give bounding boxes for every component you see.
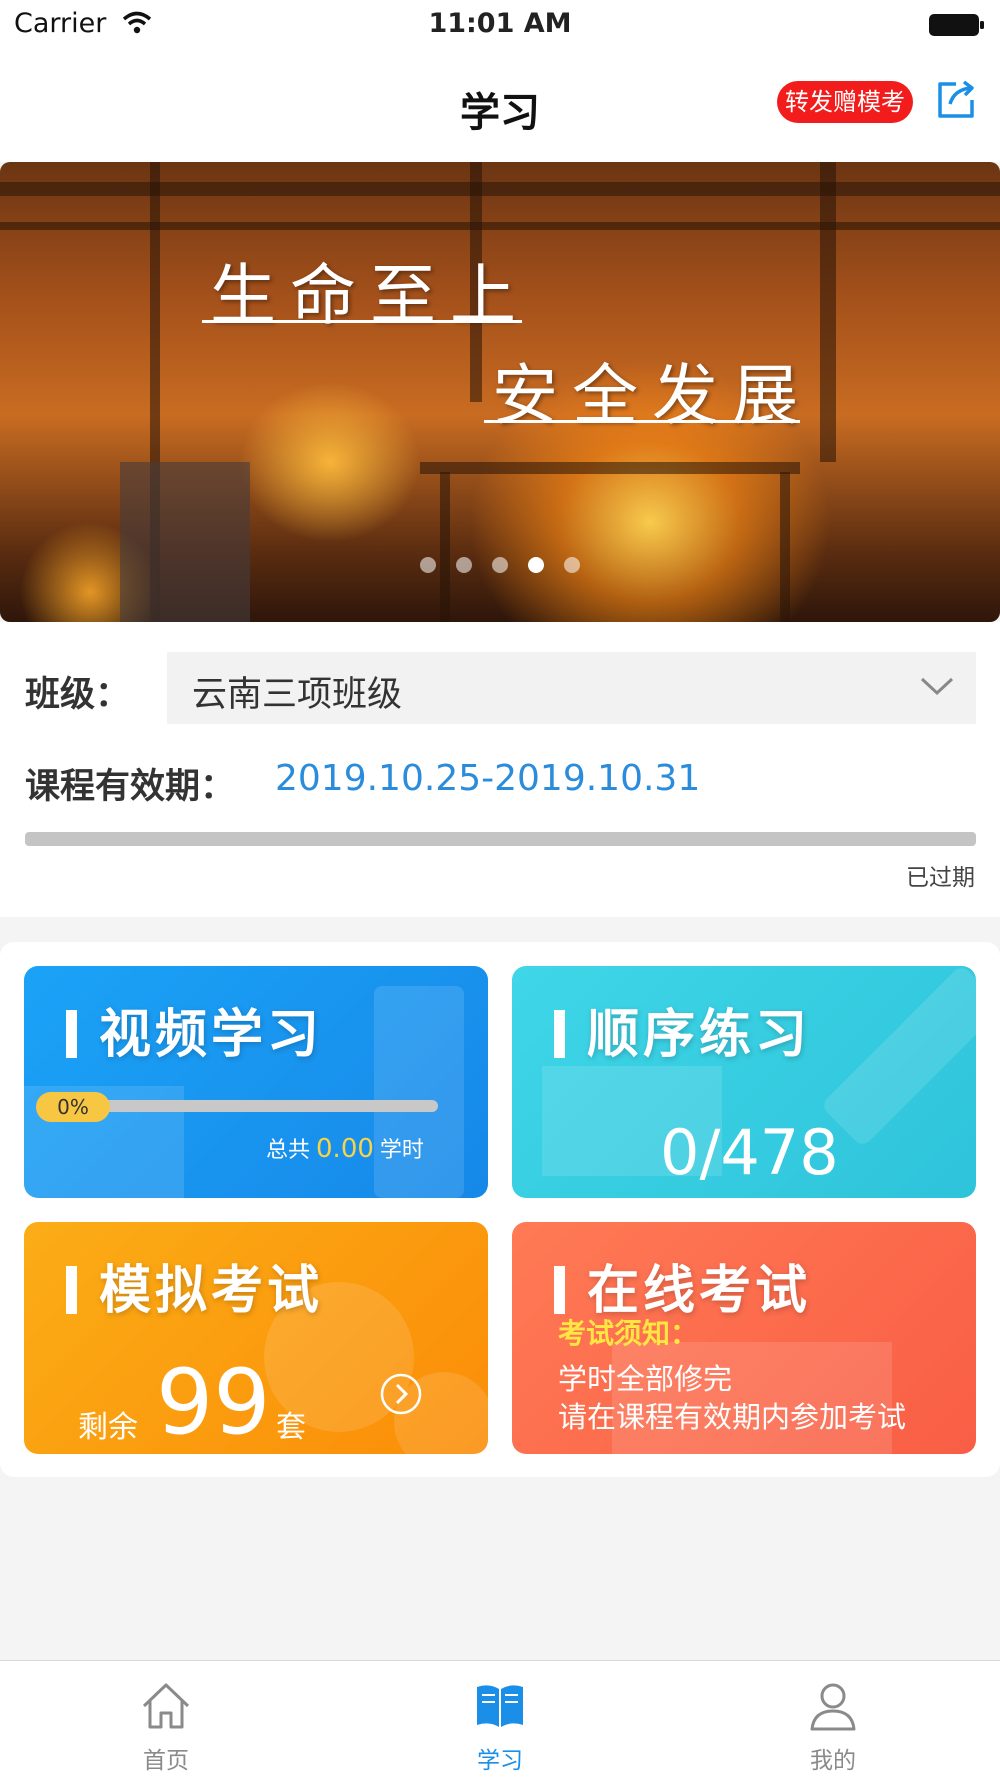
carousel-dot-active[interactable]	[528, 557, 544, 573]
tab-label: 学习	[477, 1748, 523, 1774]
carousel-dot[interactable]	[564, 557, 580, 573]
period-value: 2019.10.25-2019.10.31	[275, 758, 701, 799]
banner-slogan-line1: 生命至上	[210, 257, 530, 334]
clock: 11:01 AM	[428, 8, 572, 39]
chevron-down-icon	[920, 677, 954, 696]
carousel-dot[interactable]	[492, 557, 508, 573]
tab-label: 我的	[810, 1748, 856, 1774]
navigation-bar: 学习 转发赠模考	[0, 52, 1000, 162]
sequential-practice-title: 顺序练习	[554, 992, 811, 1067]
battery-icon	[929, 14, 984, 36]
mock-remaining-unit: 套	[276, 1410, 306, 1445]
video-study-card[interactable]: 视频学习 0% 总共 0.00 学时	[24, 966, 488, 1198]
video-study-title: 视频学习	[66, 992, 323, 1067]
banner-underline-1	[202, 320, 522, 323]
carousel-indicator	[0, 557, 1000, 577]
tab-bar: 首页 学习 我的	[0, 1660, 1000, 1778]
exam-notice-line: 学时全部修完	[558, 1362, 733, 1396]
tab-label: 首页	[143, 1748, 189, 1774]
period-status: 已过期	[906, 865, 975, 891]
share-icon[interactable]	[934, 78, 978, 122]
carousel-dot[interactable]	[420, 557, 436, 573]
mock-remaining-label: 剩余	[78, 1410, 138, 1445]
exam-notice-title: 考试须知：	[558, 1317, 699, 1350]
mock-exam-title: 模拟考试	[66, 1248, 323, 1323]
practice-count: 0/478	[660, 1116, 839, 1189]
mock-exam-card[interactable]: 模拟考试 剩余 99 套	[24, 1222, 488, 1454]
mock-remaining-count: 99	[156, 1350, 271, 1454]
period-label: 课程有效期：	[25, 767, 236, 807]
carousel-dot[interactable]	[456, 557, 472, 573]
tab-study[interactable]: 学习	[420, 1679, 580, 1775]
user-icon	[810, 1683, 856, 1731]
share-gift-badge[interactable]: 转发赠模考	[777, 81, 913, 123]
class-info-section: 班级： 云南三项班级 课程有效期： 2019.10.25-2019.10.31 …	[0, 622, 1000, 917]
banner-carousel[interactable]: 生命至上 安全发展	[0, 162, 1000, 622]
video-progress-pill: 0%	[36, 1092, 110, 1122]
tab-home[interactable]: 首页	[86, 1679, 246, 1775]
study-modules: 视频学习 0% 总共 0.00 学时 顺序练习 0/478 模拟考试 剩余 99 套…	[0, 942, 1000, 1477]
online-exam-card[interactable]: 在线考试 考试须知： 学时全部修完 请在课程有效期内参加考试	[512, 1222, 976, 1454]
home-icon	[142, 1683, 190, 1729]
banner-slogan-line2: 安全发展	[492, 357, 812, 434]
sequential-practice-card[interactable]: 顺序练习 0/478	[512, 966, 976, 1198]
banner-underline-2	[484, 420, 800, 423]
class-value: 云南三项班级	[192, 675, 403, 715]
class-label: 班级：	[25, 675, 131, 715]
chevron-right-circle-icon[interactable]	[379, 1372, 423, 1416]
period-progress-bar	[25, 832, 976, 846]
video-total-hours: 总共 0.00 学时	[266, 1134, 424, 1164]
tab-mine[interactable]: 我的	[753, 1679, 913, 1775]
class-selector[interactable]: 云南三项班级	[167, 652, 976, 724]
exam-notice-line: 请在课程有效期内参加考试	[558, 1400, 907, 1434]
book-icon	[477, 1685, 523, 1727]
status-bar: Carrier 11:01 AM	[0, 0, 1000, 52]
